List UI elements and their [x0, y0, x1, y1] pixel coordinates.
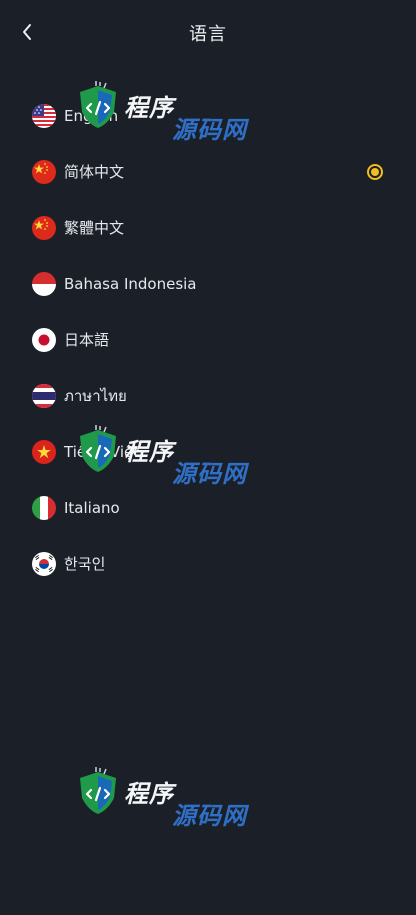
language-item-traditional-chinese[interactable]: 繁體中文 [0, 200, 416, 256]
language-item-italian[interactable]: Italiano [0, 480, 416, 536]
us-flag-icon [32, 104, 56, 128]
language-label: Italiano [64, 499, 120, 517]
italy-flag-icon [32, 496, 56, 520]
korea-flag-icon [32, 552, 56, 576]
china-flag-icon [32, 216, 56, 240]
language-item-indonesian[interactable]: Bahasa Indonesia [0, 256, 416, 312]
language-item-vietnamese[interactable]: Tiếng Việt [0, 424, 416, 480]
radio-dot [371, 168, 379, 176]
japan-flag-icon [32, 328, 56, 352]
watermark-text-2: 源码网 [172, 802, 247, 830]
vietnam-flag-icon [32, 440, 56, 464]
indonesia-flag-icon [32, 272, 56, 296]
language-label: Tiếng Việt [64, 443, 140, 461]
code-shield-icon [80, 767, 116, 814]
language-label: 繁體中文 [64, 219, 125, 237]
language-label: ภาษาไทย [64, 387, 127, 405]
page-title: 语言 [189, 24, 227, 45]
language-item-korean[interactable]: 한국인 [0, 536, 416, 592]
language-label: 한국인 [64, 555, 106, 573]
language-label: 简体中文 [64, 163, 125, 181]
selected-radio-icon[interactable] [367, 164, 383, 180]
language-label: English [64, 107, 119, 125]
language-item-thai[interactable]: ภาษาไทย [0, 368, 416, 424]
language-label: 日本語 [64, 331, 110, 349]
watermark: 程序 源码网 [74, 766, 254, 830]
watermark-text-1: 程序 [124, 780, 174, 808]
language-label: Bahasa Indonesia [64, 275, 197, 293]
language-item-english[interactable]: English [0, 88, 416, 144]
top-bar: 语言 [0, 0, 416, 64]
language-item-japanese[interactable]: 日本語 [0, 312, 416, 368]
china-flag-icon [32, 160, 56, 184]
thailand-flag-icon [32, 384, 56, 408]
language-item-simplified-chinese[interactable]: 简体中文 [0, 144, 416, 200]
language-list: English 简体中文 繁體中文 Bahasa Indonesia 日本語 ภ… [0, 88, 416, 592]
